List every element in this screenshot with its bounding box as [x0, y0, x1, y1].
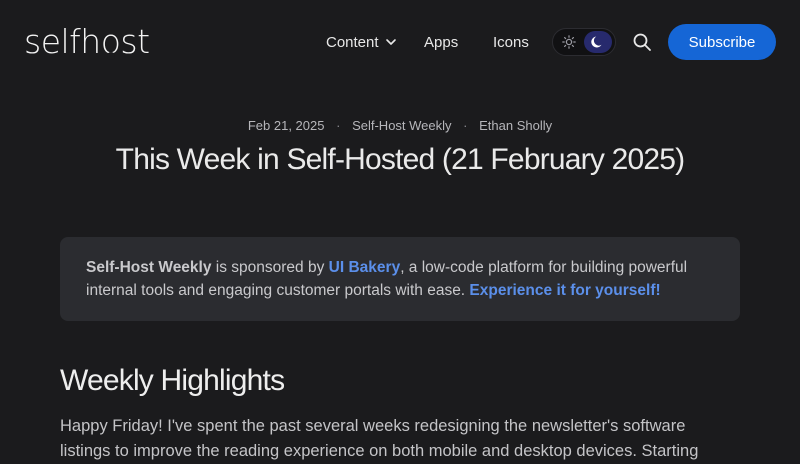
post-meta: Feb 21, 2025 · Self-Host Weekly · Ethan … [0, 118, 800, 133]
logo-text-prefix: selfh [24, 22, 101, 61]
chevron-down-icon [385, 36, 397, 48]
site-logo[interactable]: selfh o st [24, 22, 150, 61]
post-category-link[interactable]: Self-Host Weekly [352, 118, 451, 133]
post-title: This Week in Self-Hosted (21 February 20… [115, 143, 685, 176]
sponsor-callout: Self-Host Weekly is sponsored by UI Bake… [60, 237, 740, 321]
section-paragraph: Happy Friday! I've spent the past severa… [60, 417, 699, 460]
theme-toggle[interactable] [552, 28, 616, 56]
sponsor-brand: Self-Host Weekly [86, 259, 212, 276]
meta-separator: · [463, 118, 468, 133]
search-icon[interactable] [630, 30, 654, 54]
post-author-link[interactable]: Ethan Sholly [479, 118, 552, 133]
logo-text-suffix: st [120, 22, 150, 61]
meta-separator: · [336, 118, 341, 133]
nav-apps-link[interactable]: Apps [424, 24, 458, 60]
logo-o: o [101, 22, 121, 61]
site-header: selfh o st Content Apps Icons Subscribe [0, 0, 800, 84]
post-date: Feb 21, 2025 [247, 118, 325, 133]
subscribe-button[interactable]: Subscribe [668, 24, 776, 60]
nav-content-menu[interactable]: Content [326, 24, 397, 60]
logo-keyhole-icon [106, 52, 115, 60]
nav-apps-label: Apps [424, 33, 459, 51]
sponsor-name-link[interactable]: UI Bakery [329, 259, 401, 276]
nav-icons-label: Icons [493, 33, 529, 51]
moon-icon[interactable] [584, 31, 612, 53]
nav-content-label: Content [326, 33, 379, 51]
nav-icons-link[interactable]: Icons [493, 24, 529, 60]
sponsor-cta-link[interactable]: Experience it for yourself! [469, 282, 660, 299]
sun-icon[interactable] [556, 31, 582, 53]
section-heading: Weekly Highlights [60, 364, 285, 397]
sponsor-text-1: is sponsored by [211, 259, 329, 276]
